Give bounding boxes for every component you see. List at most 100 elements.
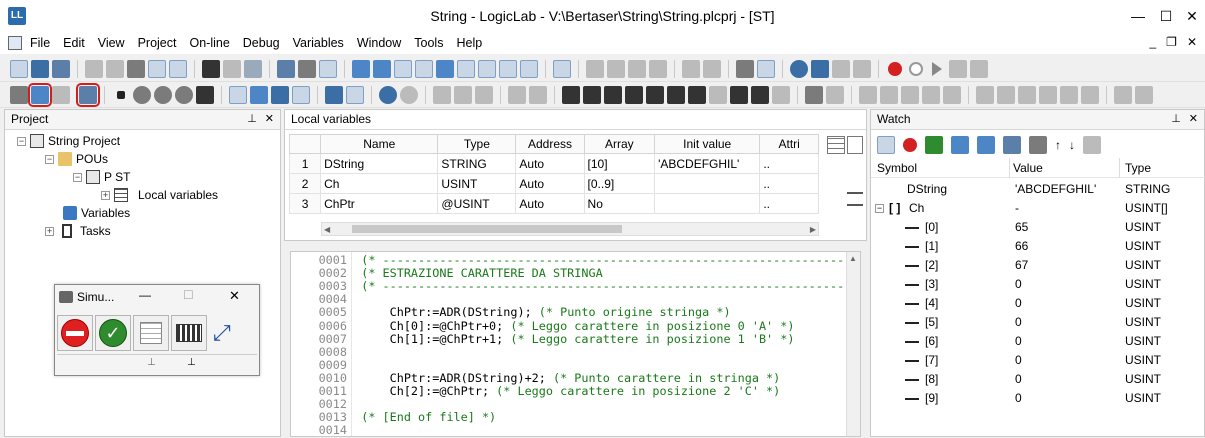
rung-icon[interactable]	[826, 86, 844, 104]
expand-icon[interactable]: +	[45, 226, 54, 236]
save-watch-icon[interactable]	[977, 136, 995, 154]
collapse-icon[interactable]: −	[73, 172, 82, 182]
move-down-icon[interactable]: ↓	[1069, 138, 1075, 152]
collapse-icon[interactable]: −	[17, 136, 26, 146]
braces-icon[interactable]	[943, 86, 961, 104]
tree-item-pous[interactable]: − POUs	[45, 150, 108, 168]
stop-square-icon[interactable]	[117, 91, 125, 99]
column-header-address[interactable]: Address	[515, 134, 585, 154]
export-watch-icon[interactable]	[1003, 136, 1021, 154]
memory-button[interactable]	[171, 315, 207, 351]
simulator-close-button[interactable]: ✕	[229, 288, 240, 304]
cell-type[interactable]: USINT	[437, 173, 517, 194]
trigger-icon[interactable]	[250, 86, 268, 104]
watch-row[interactable]: [1] 66 USINT	[871, 237, 1205, 256]
close-button[interactable]: ✕	[1182, 6, 1202, 26]
view-properties-icon[interactable]	[457, 60, 475, 78]
cell-type[interactable]: @USINT	[437, 193, 517, 214]
sfc-divergence-icon[interactable]	[1135, 86, 1153, 104]
table-row[interactable]: 2 Ch USINT Auto [0..9] ..	[289, 173, 819, 194]
close-panel-icon[interactable]: ✕	[265, 110, 274, 129]
watch-row[interactable]: [5] 0 USINT	[871, 313, 1205, 332]
return-block-icon[interactable]	[625, 86, 643, 104]
start-simulation-icon[interactable]	[76, 83, 100, 107]
layout-2-icon[interactable]	[607, 60, 625, 78]
copy-icon[interactable]	[148, 60, 166, 78]
pointer-icon[interactable]	[433, 86, 451, 104]
code-editor[interactable]: 0001 (* --------------------------------…	[290, 251, 861, 437]
insert-object-icon[interactable]	[325, 86, 343, 104]
cell-attribute[interactable]: ..	[759, 193, 819, 214]
menu-variables[interactable]: Variables	[293, 35, 353, 51]
layout-4-icon[interactable]	[649, 60, 667, 78]
menu-debug[interactable]: Debug	[243, 35, 289, 51]
watch-row[interactable]: DString 'ABCDEFGHIL' STRING	[871, 180, 1205, 199]
sfc-s-icon[interactable]	[1081, 86, 1099, 104]
group-icon[interactable]	[847, 192, 863, 206]
warm-restart-icon[interactable]	[154, 86, 172, 104]
view-output-icon[interactable]	[394, 60, 412, 78]
contact-icon[interactable]	[730, 86, 748, 104]
series-contact-icon[interactable]	[880, 86, 898, 104]
simulation-icon[interactable]	[28, 83, 52, 107]
tree-item-local-variables[interactable]: + Local variables	[101, 186, 218, 204]
view-async-icon[interactable]	[478, 60, 496, 78]
breakpoint-icon[interactable]	[909, 62, 923, 76]
cell-init-value[interactable]	[654, 193, 761, 214]
menu-view[interactable]: View	[98, 35, 134, 51]
code-line[interactable]: 0005 ChPtr:=ADR(DString); (* Punto origi…	[291, 306, 731, 319]
column-header-init-value[interactable]: Init value	[654, 134, 761, 154]
print-icon[interactable]	[298, 60, 316, 78]
view-watch-icon[interactable]	[415, 60, 433, 78]
parallel-contact-icon[interactable]	[859, 86, 877, 104]
menu-window[interactable]: Window	[357, 35, 410, 51]
stop-button[interactable]	[57, 315, 93, 351]
watch-row[interactable]: [9] 0 USINT	[871, 389, 1205, 408]
paste-icon[interactable]	[169, 60, 187, 78]
connector-block-icon[interactable]	[688, 86, 706, 104]
mdi-restore-button[interactable]: ❐	[1166, 35, 1177, 49]
force-icon[interactable]	[196, 86, 214, 104]
cell-array[interactable]: [0..9]	[583, 173, 656, 194]
sfc-n-icon[interactable]	[1039, 86, 1057, 104]
close-panel-icon[interactable]: ✕	[1189, 110, 1198, 129]
record-icon[interactable]	[888, 62, 902, 76]
column-header-type[interactable]: Type	[437, 134, 517, 154]
cut-icon[interactable]	[127, 60, 145, 78]
cell-address[interactable]: Auto	[515, 173, 585, 194]
text-view-icon[interactable]	[847, 136, 863, 154]
sfc-p-icon[interactable]	[1018, 86, 1036, 104]
menu-edit[interactable]: Edit	[63, 35, 94, 51]
connection-icon[interactable]	[454, 86, 472, 104]
watch-row[interactable]: −[ ] Ch - USINT[]	[871, 199, 1205, 218]
copy-watch-icon[interactable]	[1083, 136, 1101, 154]
cell-address[interactable]: Auto	[515, 193, 585, 214]
expand-icon[interactable]: +	[101, 190, 110, 200]
io-panel-button[interactable]	[133, 315, 169, 351]
add-watch-icon[interactable]	[925, 136, 943, 154]
remove-watch-icon[interactable]	[903, 138, 917, 152]
horizontal-scrollbar[interactable]: ◀ ▶	[321, 222, 819, 236]
cell-array[interactable]: No	[583, 193, 656, 214]
table-view-icon[interactable]	[827, 136, 845, 154]
layout-3-icon[interactable]	[628, 60, 646, 78]
view-oscilloscope-icon[interactable]	[436, 60, 454, 78]
collapse-icon[interactable]: −	[45, 154, 54, 164]
step-out-icon[interactable]	[970, 60, 988, 78]
import-icon[interactable]	[277, 60, 295, 78]
table-row[interactable]: 3 ChPtr @USINT Auto No ..	[289, 193, 819, 214]
tree-item-variables[interactable]: Variables	[63, 204, 130, 222]
redo-icon[interactable]	[106, 60, 124, 78]
code-line[interactable]: 0010 ChPtr:=ADR(DString)+2; (* Punto car…	[291, 371, 781, 385]
cell-address[interactable]: Auto	[515, 153, 585, 174]
back-icon[interactable]	[379, 86, 397, 104]
download-icon[interactable]	[757, 60, 775, 78]
watch-list-icon[interactable]	[877, 136, 895, 154]
zoom-out-icon[interactable]	[529, 86, 547, 104]
pin-icon[interactable]: ⊥	[1171, 110, 1181, 129]
ladder-coil-icon[interactable]	[922, 86, 940, 104]
compile-icon[interactable]	[736, 60, 754, 78]
constant-block-icon[interactable]	[604, 86, 622, 104]
en-eno-icon[interactable]	[772, 86, 790, 104]
code-line[interactable]: 0003 (* --------------------------------…	[291, 280, 845, 293]
